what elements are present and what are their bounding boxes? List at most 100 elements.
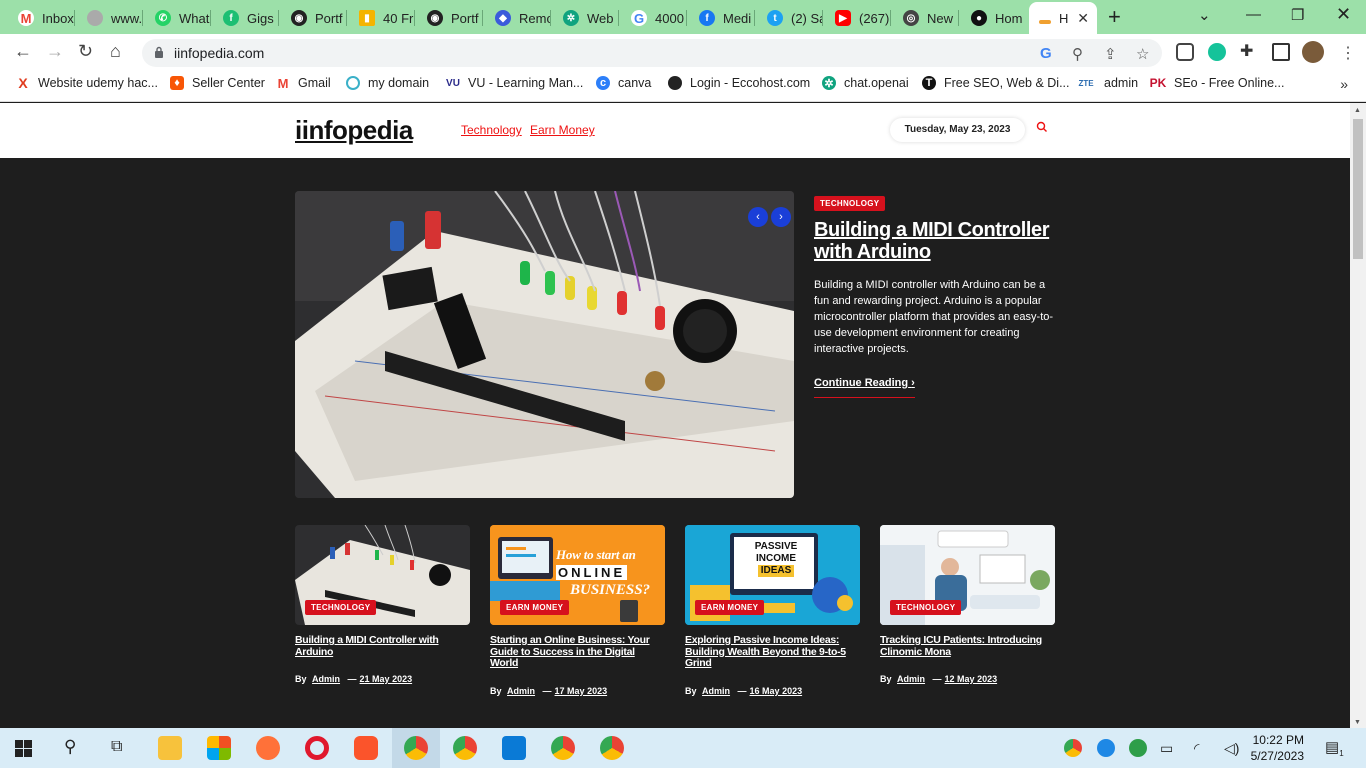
post-title[interactable]: Tracking ICU Patients: Introducing Clino… [880,634,1055,658]
wifi-icon[interactable]: ◜ [1194,740,1199,757]
page-scrollbar[interactable]: ▲ ▼ [1350,103,1366,728]
microsoft-store-icon[interactable] [207,736,231,760]
qr-extension-icon[interactable] [1176,43,1194,61]
more-bookmarks-icon[interactable]: » [1340,76,1348,92]
category-badge[interactable]: TECHNOLOGY [305,600,377,615]
browser-tab[interactable]: f Gigs [213,4,279,32]
author-link[interactable]: Admin [507,686,535,696]
firefox-icon[interactable] [256,736,280,760]
browser-tab[interactable]: M Inbox [8,4,75,32]
grammarly-extension-icon[interactable] [1208,43,1226,61]
post-thumbnail[interactable]: TECHNOLOGY [880,525,1055,625]
bookmark-item[interactable]: PK SEo - Free Online... [1150,76,1285,90]
post-title[interactable]: Exploring Passive Income Ideas: Building… [685,634,860,670]
browser-tab-active[interactable]: H ✕ [1029,2,1097,34]
browser-tab[interactable]: ▶ (267) [825,4,891,32]
post-date[interactable]: 17 May 2023 [555,686,608,696]
chrome-icon[interactable] [600,736,624,760]
browser-tab[interactable]: f Medi [689,4,755,32]
profile-avatar[interactable] [1302,41,1324,63]
post-card[interactable]: How to start an ONLINE BUSINESS? EARN MO… [490,525,665,670]
extensions-puzzle-icon[interactable]: ✚ [1240,43,1258,61]
back-button[interactable]: ← [14,42,32,60]
continue-reading-link[interactable]: Continue Reading › [814,377,915,398]
task-view-icon[interactable]: ⧉ [111,738,122,756]
close-window-button[interactable]: ✕ [1336,4,1351,25]
scrollbar-thumb[interactable] [1353,119,1363,259]
windows-start-icon[interactable] [15,740,32,757]
category-badge[interactable]: EARN MONEY [500,600,570,615]
file-explorer-icon[interactable] [158,736,182,760]
post-card[interactable]: TECHNOLOGY Tracking ICU Patients: Introd… [880,525,1055,658]
tray-app-icon[interactable] [1129,739,1147,757]
home-icon[interactable]: ⌂ [110,42,121,60]
bookmark-item[interactable]: my domain [346,76,429,90]
browser-tab[interactable]: ✆ What [145,4,211,32]
bookmark-item[interactable]: Login - Eccohost.com [668,76,810,90]
browser-tab[interactable]: ◉ Portf [417,4,483,32]
post-thumbnail[interactable]: TECHNOLOGY [295,525,470,625]
browser-tab[interactable]: ▮ 40 Fr [349,4,415,32]
post-title[interactable]: Building a MIDI Controller with Arduino [295,634,470,658]
browser-tab[interactable]: ✲ Web [553,4,619,32]
bookmark-star-icon[interactable]: ☆ [1136,45,1149,63]
nav-earn-money[interactable]: Earn Money [530,123,595,137]
opera-icon[interactable] [305,736,329,760]
hero-image[interactable]: ‹ › [295,191,794,498]
tray-app-icon[interactable] [1097,739,1115,757]
bookmark-item[interactable]: ✲ chat.openai [822,76,909,90]
nav-technology[interactable]: Technology [461,123,522,137]
chrome-tray-icon[interactable] [1064,739,1082,757]
hero-category-badge[interactable]: TECHNOLOGY [814,193,886,211]
system-clock[interactable]: 10:22 PM 5/27/2023 [1250,732,1304,764]
browser-tab[interactable]: ◆ Remo [485,4,551,32]
bookmark-item[interactable]: ZTE admin [1076,76,1138,90]
forward-button[interactable]: → [46,42,64,60]
new-tab-button[interactable]: + [1108,6,1121,28]
zoom-icon[interactable]: ⚲ [1072,45,1083,63]
browser-tab[interactable]: t (2) Sa [757,4,823,32]
bookmark-item[interactable]: T Free SEO, Web & Di... [922,76,1070,90]
minimize-button[interactable]: — [1246,6,1261,23]
post-date[interactable]: 12 May 2023 [945,674,998,684]
vscode-icon[interactable] [502,736,526,760]
browser-tab[interactable]: G 4000 [621,4,687,32]
category-badge[interactable]: TECHNOLOGY [890,600,962,615]
site-logo[interactable]: iinfopedia [295,115,413,146]
close-tab-icon[interactable]: ✕ [1077,10,1089,27]
bookmark-item[interactable]: VU VU - Learning Man... [446,76,583,90]
search-icon[interactable] [1036,121,1052,137]
author-link[interactable]: Admin [897,674,925,684]
post-thumbnail[interactable]: How to start an ONLINE BUSINESS? EARN MO… [490,525,665,625]
brave-icon[interactable] [354,736,378,760]
google-lens-icon[interactable]: G [1040,45,1052,62]
post-card[interactable]: PASSIVE INCOME IDEAS EARN MONEY Explorin… [685,525,860,670]
browser-tab[interactable]: ● Hom [961,4,1027,32]
maximize-button[interactable]: ❐ [1291,6,1304,24]
notification-icon[interactable]: ▤1 [1325,738,1344,758]
category-badge[interactable]: EARN MONEY [695,600,765,615]
bookmark-item[interactable]: X Website udemy hac... [16,75,158,91]
post-thumbnail[interactable]: PASSIVE INCOME IDEAS EARN MONEY [685,525,860,625]
chrome-icon[interactable] [404,736,428,760]
volume-icon[interactable]: ◁) [1224,740,1239,757]
battery-icon[interactable]: ▭ [1160,740,1173,757]
share-icon[interactable]: ⇪ [1104,45,1117,63]
scroll-up-icon[interactable]: ▲ [1354,107,1361,114]
tab-search-icon[interactable]: ⌄ [1198,6,1211,24]
address-bar[interactable]: iinfopedia.com G ⚲ ⇪ ☆ [142,39,1162,67]
slider-prev-button[interactable]: ‹ [748,207,768,227]
scroll-down-icon[interactable]: ▼ [1354,719,1361,726]
author-link[interactable]: Admin [702,686,730,696]
author-link[interactable]: Admin [312,674,340,684]
chrome-menu-icon[interactable]: ⋮ [1340,43,1356,63]
post-date[interactable]: 16 May 2023 [750,686,803,696]
browser-tab[interactable]: www. [77,4,143,32]
bookmark-item[interactable]: ♦ Seller Center [170,76,265,90]
bookmark-item[interactable]: c canva [596,76,651,90]
chrome-icon[interactable] [551,736,575,760]
slider-next-button[interactable]: › [771,207,791,227]
bookmark-item[interactable]: M Gmail [276,76,331,91]
chrome-icon[interactable] [453,736,477,760]
side-panel-icon[interactable] [1272,43,1290,61]
